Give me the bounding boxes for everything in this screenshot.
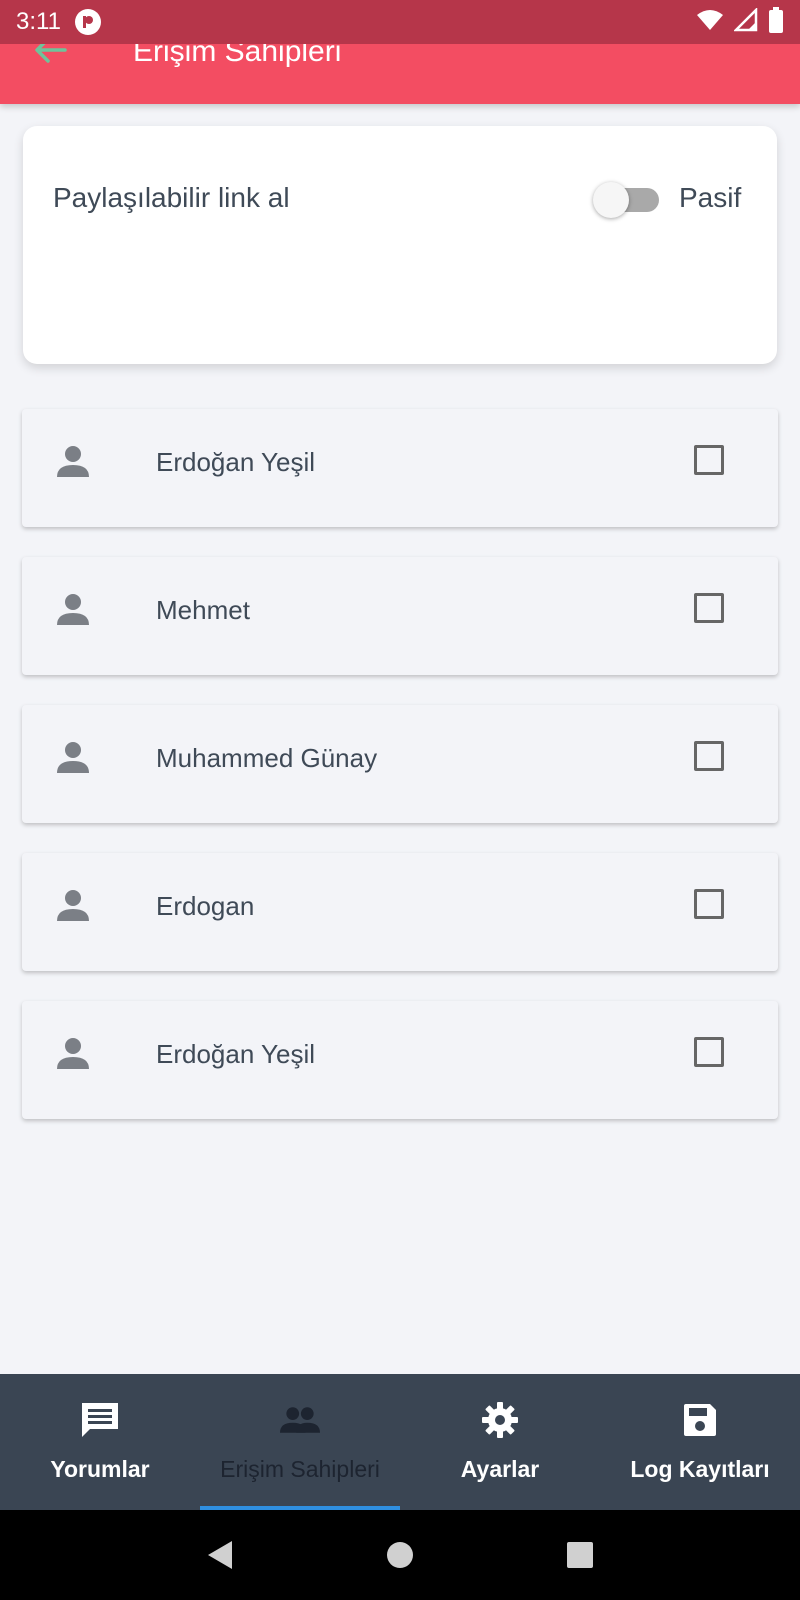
recents-square-icon[interactable] (560, 1535, 600, 1575)
toggle-knob (593, 182, 629, 218)
user-list-item[interactable]: Erdogan (22, 853, 778, 971)
nav-item-log-kayitlari[interactable]: Log Kayıtları (600, 1374, 800, 1510)
save-icon (680, 1400, 720, 1440)
comment-icon (80, 1400, 120, 1440)
user-checkbox[interactable] (694, 889, 724, 919)
wifi-icon (696, 8, 724, 37)
app-notification-icon (74, 9, 101, 35)
user-checkbox[interactable] (694, 445, 724, 475)
user-list-item[interactable]: Erdoğan Yeşil (22, 409, 778, 527)
user-name: Erdoğan Yeşil (156, 1039, 316, 1069)
back-triangle-icon[interactable] (200, 1535, 240, 1575)
user-list-item[interactable]: Mehmet (22, 557, 778, 675)
nav-label: Ayarlar (460, 1456, 540, 1482)
person-icon (54, 739, 92, 777)
status-left: 3:11 (16, 8, 101, 36)
user-checkbox[interactable] (694, 1037, 724, 1067)
gear-icon (480, 1400, 520, 1440)
app-bar: Erişim Sahipleri (0, 35, 800, 104)
bottom-navigation: Yorumlar Erişim Sahipleri Ayarlar Log Ka… (0, 1374, 800, 1510)
status-time: 3:11 (16, 8, 61, 35)
user-name: Erdogan (156, 891, 255, 921)
status-right (696, 6, 784, 38)
nav-item-yorumlar[interactable]: Yorumlar (0, 1374, 200, 1510)
person-icon (54, 443, 92, 481)
user-list-item[interactable]: Erdoğan Yeşil (22, 1001, 778, 1119)
person-icon (54, 887, 92, 925)
battery-icon (768, 6, 784, 38)
share-link-label: Paylaşılabilir link al (53, 182, 290, 213)
user-list: Erdoğan Yeşil Mehmet Muhammed Günay Erdo… (22, 409, 778, 1149)
user-checkbox[interactable] (694, 741, 724, 771)
user-name: Erdoğan Yeşil (156, 447, 316, 477)
user-list-item[interactable]: Muhammed Günay (22, 705, 778, 823)
user-name: Mehmet (156, 595, 250, 625)
share-link-state: Pasif (679, 182, 742, 213)
home-circle-icon[interactable] (380, 1535, 420, 1575)
share-link-card: Paylaşılabilir link al Pasif (23, 126, 777, 364)
nav-item-ayarlar[interactable]: Ayarlar (400, 1374, 600, 1510)
user-name: Muhammed Günay (156, 743, 378, 773)
system-navigation-bar (0, 1510, 800, 1600)
user-checkbox[interactable] (694, 593, 724, 623)
nav-label: Erişim Sahipleri (220, 1456, 380, 1482)
person-icon (54, 1035, 92, 1073)
person-icon (54, 591, 92, 629)
share-link-toggle[interactable] (591, 182, 679, 218)
nav-label: Yorumlar (50, 1456, 150, 1482)
status-bar: 3:11 (0, 0, 800, 44)
nav-item-erisim-sahipleri[interactable]: Erişim Sahipleri (200, 1374, 400, 1510)
cell-signal-icon (732, 6, 758, 37)
people-icon (280, 1400, 320, 1440)
nav-label: Log Kayıtları (630, 1456, 770, 1482)
